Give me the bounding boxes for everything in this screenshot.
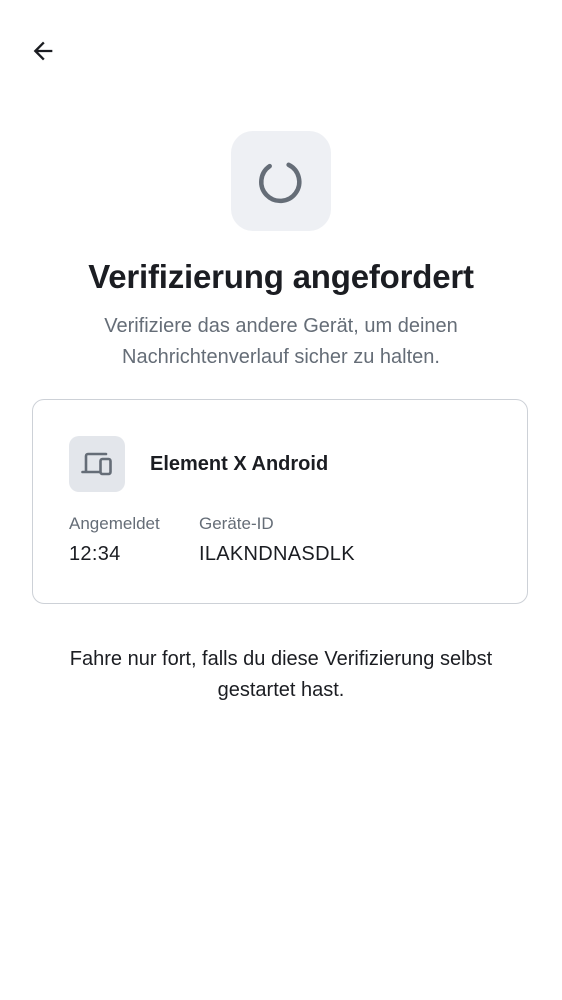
devices-icon: [81, 452, 112, 476]
arrow-left-icon: [33, 41, 53, 61]
back-button[interactable]: [22, 30, 64, 72]
signed-in-label: Angemeldet: [69, 514, 160, 533]
signed-in-value: 12:34: [69, 543, 121, 565]
page-title: Verifizierung angefordert: [88, 258, 474, 295]
page-subtitle: Verifiziere das andere Gerät, um deinen …: [104, 315, 458, 368]
device-id-value: ILAKNDNASDLK: [199, 543, 355, 565]
spinner-icon: [259, 162, 302, 204]
device-id-label: Geräte-ID: [199, 514, 274, 533]
signed-in-info: Angemeldet 12:34: [69, 512, 160, 569]
hero-icon-tile: [231, 131, 331, 231]
device-card: Element X Android Angemeldet 12:34 Gerät…: [32, 399, 528, 604]
device-name: Element X Android: [150, 453, 329, 475]
verification-request-screen: Verifizierung angefordert Verifiziere da…: [0, 0, 562, 1000]
device-icon-tile: [69, 436, 125, 492]
warning-text: Fahre nur fort, falls du diese Verifizie…: [69, 648, 493, 701]
device-id-info: Geräte-ID ILAKNDNASDLK: [199, 512, 355, 569]
